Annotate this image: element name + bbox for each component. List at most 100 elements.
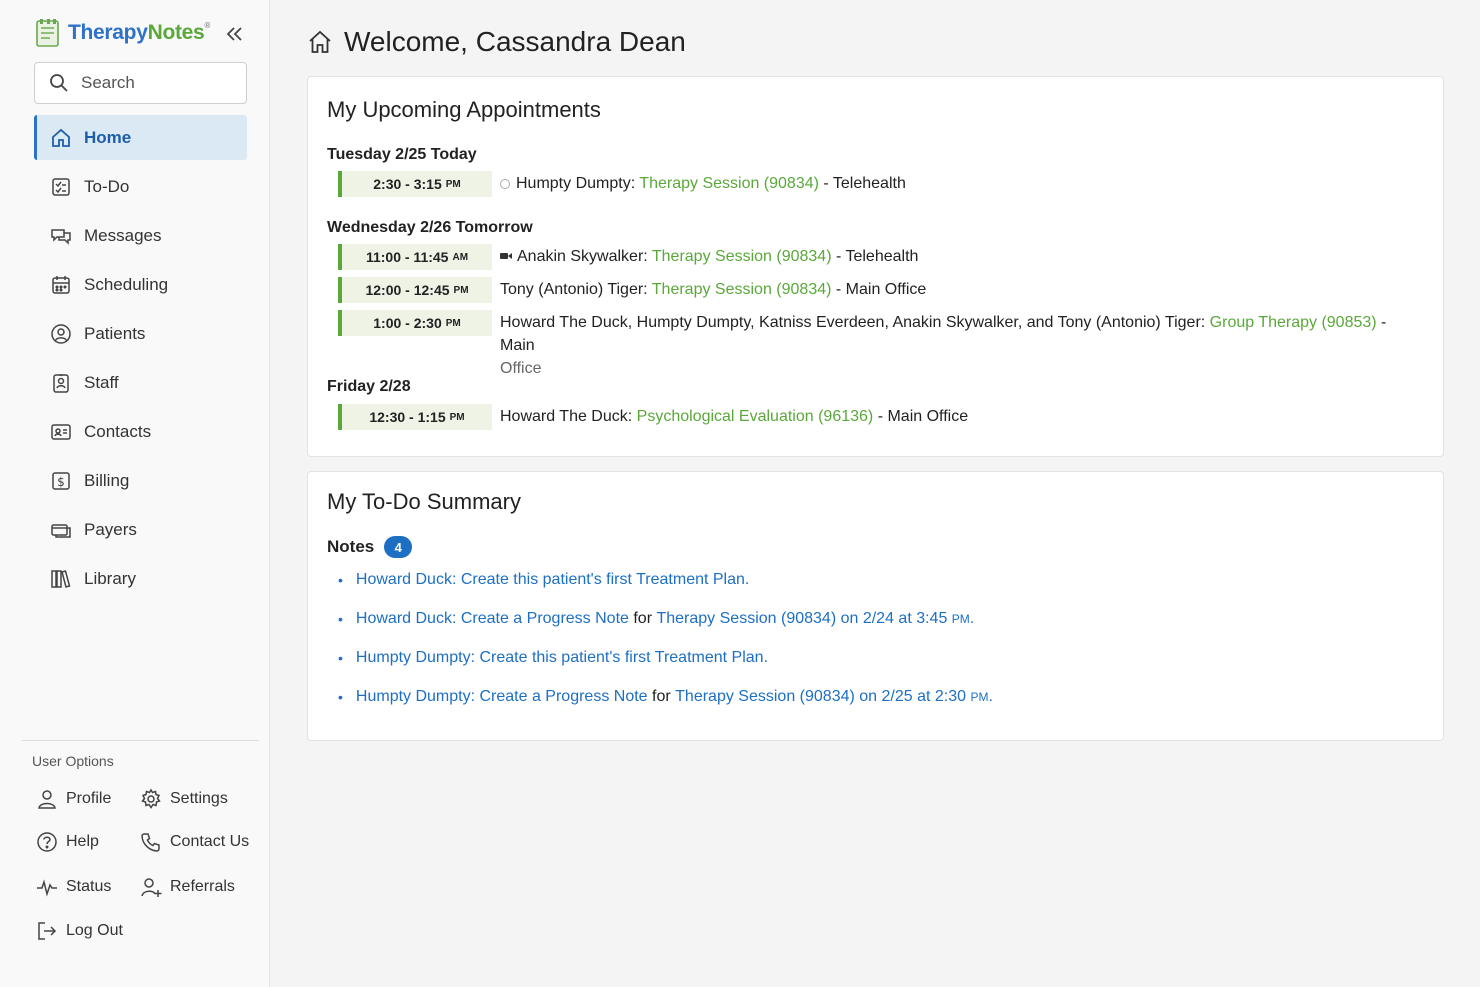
todo-list-item: • Howard Duck: Create a Progress Note fo… xyxy=(338,610,974,628)
page-title: Welcome, Cassandra Dean xyxy=(306,26,686,58)
messages-icon xyxy=(51,228,71,245)
todo-summary-card: My To-Do Summary Notes 4 • Howard Duck: … xyxy=(307,471,1444,741)
appointment-row[interactable]: 2:30 - 3:15 PM Humpty Dumpty: Therapy Ses… xyxy=(338,171,1423,197)
help-icon xyxy=(37,832,57,852)
status-label: Status xyxy=(66,878,112,895)
search-input[interactable] xyxy=(81,73,231,93)
log-out-label: Log Out xyxy=(66,922,123,939)
todo-connector: for xyxy=(652,688,671,705)
patient-name[interactable]: Howard The Duck, Humpty Dumpty, Katniss … xyxy=(500,314,1205,331)
bullet: • xyxy=(338,650,343,666)
appointment-details: Howard The Duck, Humpty Dumpty, Katniss … xyxy=(500,310,1423,380)
bullet: • xyxy=(338,689,343,705)
search-field[interactable] xyxy=(34,62,247,104)
video-camera-icon xyxy=(500,253,512,259)
todo-link[interactable]: Humpty Dumpty: Create this patient's fir… xyxy=(356,649,768,667)
appointment-time: 12:00 - 12:45 PM xyxy=(338,277,492,303)
nav-label-library: Library xyxy=(84,568,136,588)
todo-link[interactable]: Howard Duck: Create a Progress Note xyxy=(356,610,629,628)
contacts-icon xyxy=(51,423,71,440)
notes-heading: Notes 4 xyxy=(327,536,413,558)
help-label: Help xyxy=(66,833,99,850)
home-icon xyxy=(52,128,70,147)
main-nav: Home To-Do Messages Scheduling Patients … xyxy=(34,115,247,605)
status-link[interactable]: Status xyxy=(36,876,111,898)
service-link[interactable]: Therapy Session (90834) xyxy=(639,175,819,192)
activity-icon xyxy=(37,879,57,897)
appointment-row[interactable]: 11:00 - 11:45 AM Anakin Skywalker: Therap… xyxy=(338,244,1423,270)
service-link[interactable]: Therapy Session (90834) xyxy=(652,281,832,298)
appointment-time: 1:00 - 2:30 PM xyxy=(338,310,492,336)
todo-list-item: • Humpty Dumpty: Create a Progress Note … xyxy=(338,688,993,706)
todo-title: My To-Do Summary xyxy=(327,489,521,514)
nav-item-billing[interactable]: $ Billing xyxy=(34,458,247,503)
user-icon xyxy=(38,790,56,809)
contact-us-link[interactable]: Contact Us xyxy=(140,831,249,853)
profile-link[interactable]: Profile xyxy=(36,788,111,810)
todo-connector: for xyxy=(633,610,653,627)
log-out-link[interactable]: Log Out xyxy=(36,920,123,942)
nav-item-staff[interactable]: Staff xyxy=(34,360,247,405)
nav-item-todo[interactable]: To-Do xyxy=(34,164,247,209)
referrals-link[interactable]: Referrals xyxy=(140,876,235,898)
patient-name[interactable]: Howard The Duck: xyxy=(500,408,632,425)
nav-item-home[interactable]: Home xyxy=(34,115,247,160)
patient-name[interactable]: Anakin Skywalker: xyxy=(517,248,648,265)
appointment-row[interactable]: 12:30 - 1:15 PM Howard The Duck: Psycholo… xyxy=(338,404,1423,430)
contact-us-label: Contact Us xyxy=(170,833,250,850)
referrals-label: Referrals xyxy=(170,878,235,895)
settings-link[interactable]: Settings xyxy=(140,788,228,810)
service-link[interactable]: Group Therapy (90853) xyxy=(1210,314,1377,331)
nav-item-scheduling[interactable]: Scheduling xyxy=(34,262,247,307)
patients-icon xyxy=(51,323,71,344)
nav-item-messages[interactable]: Messages xyxy=(34,213,247,258)
appointment-row[interactable]: 12:00 - 12:45 PM Tony (Antonio) Tiger: Th… xyxy=(338,277,1423,303)
day-label: Wednesday 2/26 Tomorrow xyxy=(327,219,533,236)
profile-label: Profile xyxy=(66,790,112,807)
todo-icon xyxy=(52,177,70,196)
library-icon xyxy=(51,569,71,588)
todo-link[interactable]: Howard Duck: Create this patient's first… xyxy=(356,571,749,589)
appointments-title: My Upcoming Appointments xyxy=(327,97,601,122)
appointment-row[interactable]: 1:00 - 2:30 PM Howard The Duck, Humpty Du… xyxy=(338,310,1423,380)
nav-item-contacts[interactable]: Contacts xyxy=(34,409,247,454)
sidebar: TherapyNotes® Home To-Do Messages Schedu… xyxy=(0,0,270,987)
patient-name[interactable]: Tony (Antonio) Tiger: xyxy=(500,281,648,298)
appointment-time: 2:30 - 3:15 PM xyxy=(338,171,492,197)
appointment-time: 12:30 - 1:15 PM xyxy=(338,404,492,430)
phone-icon xyxy=(141,833,160,852)
help-link[interactable]: Help xyxy=(36,831,99,853)
patient-name[interactable]: Humpty Dumpty: xyxy=(516,175,635,192)
todo-link[interactable]: Humpty Dumpty: Create a Progress Note xyxy=(356,688,648,706)
service-link[interactable]: Psychological Evaluation (96136) xyxy=(637,408,874,425)
sidebar-divider xyxy=(22,740,259,741)
logo-text: TherapyNotes® xyxy=(68,21,211,44)
gear-icon xyxy=(141,788,161,809)
nav-label-home: Home xyxy=(84,127,132,147)
todo-list-item: • Howard Duck: Create this patient's fir… xyxy=(338,571,749,589)
notes-label: Notes xyxy=(327,537,375,556)
nav-label-messages: Messages xyxy=(84,225,162,245)
session-link[interactable]: Therapy Session (90834) on 2/25 at 2:30 … xyxy=(675,688,993,706)
nav-item-patients[interactable]: Patients xyxy=(34,311,247,356)
nav-item-payers[interactable]: Payers xyxy=(34,507,247,552)
therapynotes-logo[interactable]: TherapyNotes® xyxy=(34,18,210,48)
session-link[interactable]: Therapy Session (90834) on 2/24 at 3:45 … xyxy=(656,610,974,628)
notes-count-badge: 4 xyxy=(384,536,413,558)
upcoming-appointments-card: My Upcoming Appointments Tuesday 2/25 To… xyxy=(307,76,1444,457)
nav-label-staff: Staff xyxy=(84,372,119,392)
service-link[interactable]: Therapy Session (90834) xyxy=(652,248,832,265)
location-text: - Telehealth xyxy=(835,248,919,265)
collapse-sidebar-icon[interactable] xyxy=(222,22,246,46)
appointment-details: Howard The Duck: Psychological Evaluatio… xyxy=(500,404,968,428)
appointment-details: Tony (Antonio) Tiger: Therapy Session (9… xyxy=(500,277,926,301)
nav-label-payers: Payers xyxy=(84,519,137,539)
add-user-icon xyxy=(141,878,162,897)
nav-label-contacts: Contacts xyxy=(84,421,152,441)
todo-list-item: • Humpty Dumpty: Create this patient's f… xyxy=(338,649,768,667)
appointment-details: Humpty Dumpty: Therapy Session (90834) -… xyxy=(500,171,906,195)
nav-item-library[interactable]: Library xyxy=(34,556,247,601)
home-icon xyxy=(309,30,331,53)
location-text-continued: Office xyxy=(500,360,542,377)
nav-label-todo: To-Do xyxy=(84,176,130,196)
